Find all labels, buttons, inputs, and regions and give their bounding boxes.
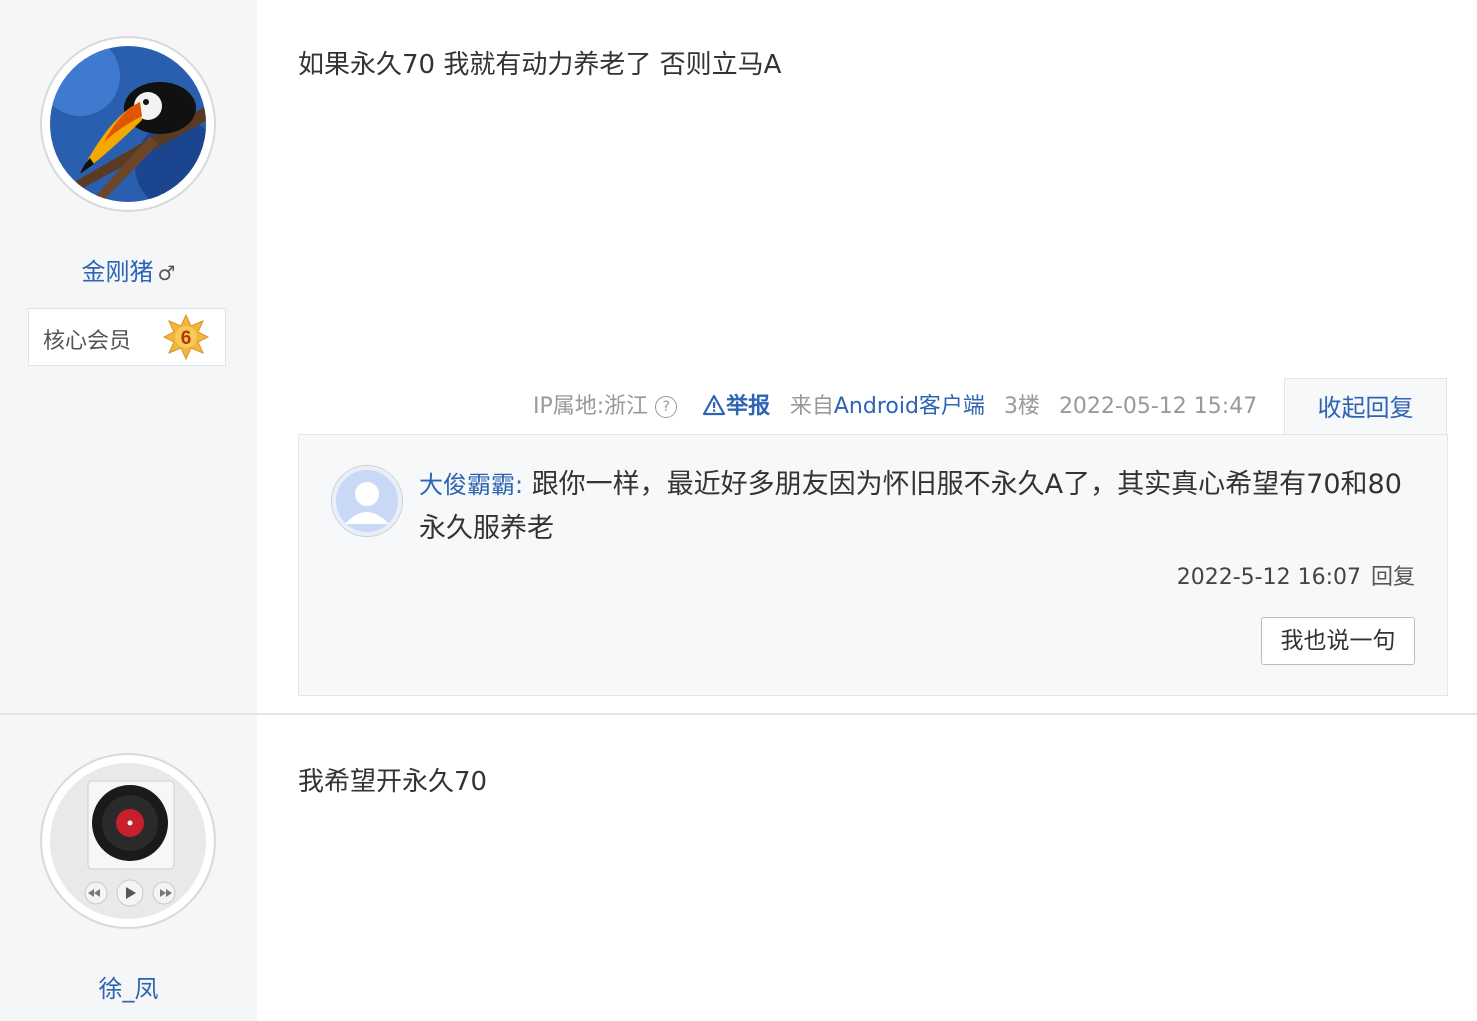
reply-username-text[interactable]: 大俊霸霸 [419, 471, 515, 499]
warning-icon [703, 394, 726, 416]
male-gender-icon: ♂ [157, 261, 176, 285]
avatar[interactable] [40, 36, 216, 212]
reply-content: 跟你一样，最近好多朋友因为怀旧服不永久A了，其实真心希望有70和80永久服养老 [419, 469, 1402, 544]
post-content: 我希望开永久70 [298, 767, 488, 797]
badge-label: 核心会员 [43, 329, 132, 354]
report-label: 举报 [726, 394, 771, 419]
replies-panel: 大俊霸霸: 跟你一样，最近好多朋友因为怀旧服不永久A了，其实真心希望有70和80… [298, 434, 1448, 696]
post-floor-3: 金刚猪 ♂ 核心会员 6 如果永久70 我就有动力养老了 否则立马A IP属地:浙… [0, 0, 1477, 714]
reply-time: 2022-5-12 16:07 [1176, 565, 1361, 590]
report-button[interactable]: 举报 [702, 394, 778, 419]
post-next: 徐_凤 我希望开永久70 [0, 715, 1477, 1021]
author-sidebar: 徐_凤 [0, 715, 257, 1021]
badge-level: 6 [181, 328, 192, 349]
collapse-replies-button[interactable]: 收起回复 [1284, 378, 1447, 436]
author-name[interactable]: 徐_凤 [0, 969, 257, 1004]
floor-number: 3楼 [1003, 394, 1040, 419]
default-user-icon [332, 466, 402, 536]
toucan-avatar-image [50, 46, 206, 202]
author-name-text[interactable]: 徐_凤 [99, 975, 159, 1003]
record-player-avatar-image [50, 763, 206, 919]
client-source-link[interactable]: Android客户端 [834, 394, 985, 419]
author-name[interactable]: 金刚猪 ♂ [0, 252, 257, 287]
reply-username[interactable]: 大俊霸霸: [419, 471, 523, 499]
ip-location: IP属地:浙江 [533, 394, 649, 419]
author-name-text[interactable]: 金刚猪 [82, 258, 154, 286]
author-sidebar: 金刚猪 ♂ 核心会员 6 [0, 0, 257, 714]
avatar[interactable] [40, 753, 216, 929]
say-something-button[interactable]: 我也说一句 [1261, 617, 1415, 665]
reply-link[interactable]: 回复 [1371, 565, 1415, 590]
reply-avatar[interactable] [331, 465, 403, 537]
reply-meta: 2022-5-12 16:07 回复 [1177, 559, 1415, 591]
member-badge[interactable]: 核心会员 6 [28, 308, 226, 366]
source-prefix: 来自 [789, 394, 834, 419]
help-icon[interactable]: ? [655, 396, 678, 418]
post-content: 如果永久70 我就有动力养老了 否则立马A [298, 50, 782, 80]
reply-item: 大俊霸霸: 跟你一样，最近好多朋友因为怀旧服不永久A了，其实真心希望有70和80… [419, 463, 1409, 551]
level-star-icon: 6 [163, 314, 209, 360]
post-datetime: 2022-05-12 15:47 [1058, 394, 1258, 419]
post-meta: IP属地:浙江 ? 举报 来自Android客户端 3楼 2022-05-12 … [533, 388, 1257, 420]
